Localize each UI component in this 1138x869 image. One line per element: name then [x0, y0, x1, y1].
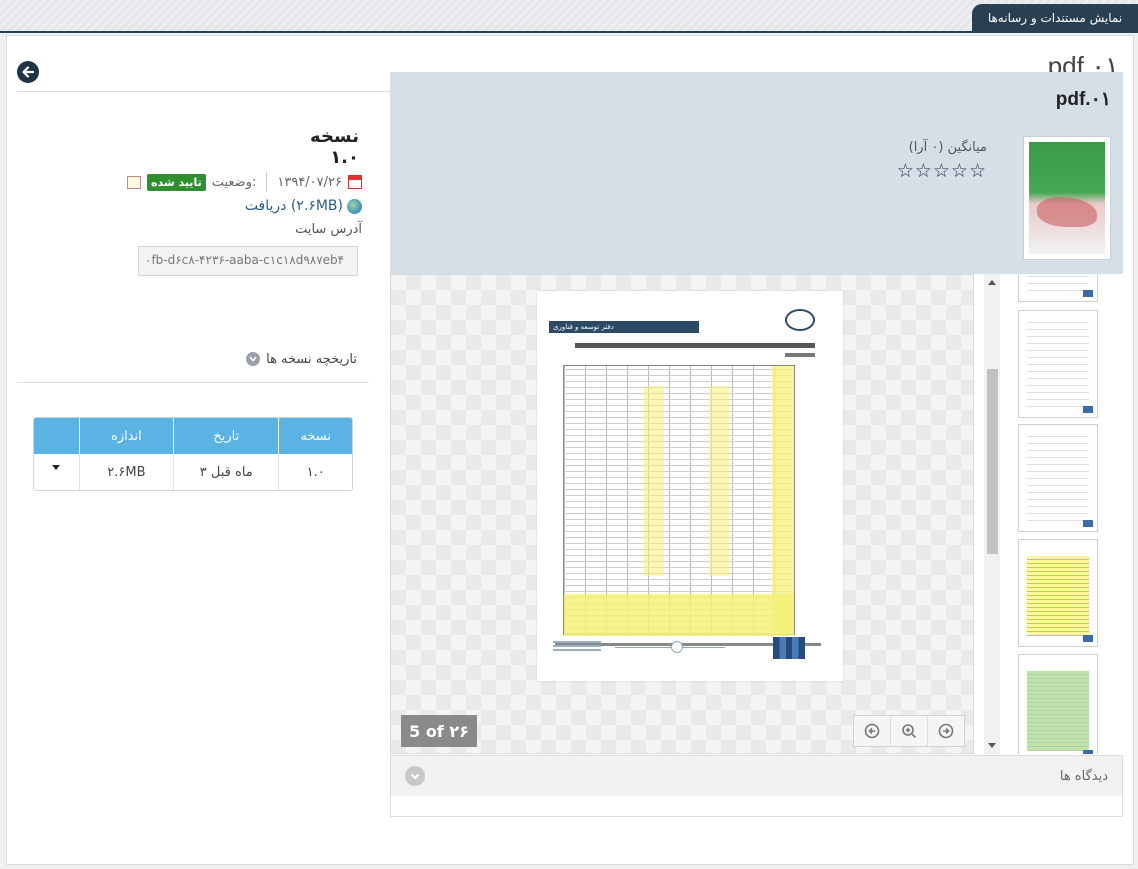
history-divider [17, 382, 369, 383]
site-address-label: آدرس سایت [295, 222, 362, 237]
col-size[interactable]: اندازه [78, 418, 173, 454]
note-icon[interactable] [126, 175, 141, 189]
scroll-up-arrow[interactable] [988, 280, 996, 285]
page-thumbnail[interactable] [1018, 539, 1098, 647]
page-table [563, 365, 795, 636]
page-thumbnail[interactable] [1018, 424, 1098, 532]
version-meta: ۱۳۹۴/۰۷/۲۶ وضعیت: تایید شده [117, 171, 362, 193]
chevron-down-icon[interactable] [405, 766, 425, 786]
comments-section: دیدگاه ها [390, 755, 1123, 817]
zoom-in-icon [902, 724, 917, 739]
caret-down-icon[interactable] [52, 464, 61, 470]
back-button[interactable] [17, 61, 39, 83]
section-tab-label: نمایش مستندات و رسانه‌ها [987, 10, 1123, 25]
viewer-controls [853, 715, 965, 747]
page-header-text: دفتر توسعه و فناوری [553, 323, 614, 331]
scroll-down-arrow[interactable] [988, 743, 996, 748]
prev-page-button[interactable] [854, 716, 890, 746]
page-thumbnail[interactable] [1018, 654, 1098, 754]
arrow-left-icon [22, 66, 35, 78]
page-logo [785, 309, 815, 331]
cell-actions [34, 454, 79, 490]
col-version[interactable]: نسخه [278, 418, 352, 454]
table-header: نسخه تاریخ اندازه [34, 418, 352, 454]
cover-image [1029, 142, 1105, 254]
col-actions [34, 418, 79, 454]
download-label: دریافت (۲.۶MB) [244, 198, 343, 214]
version-history-toggle[interactable]: تاریخچه نسخه ها [17, 349, 367, 369]
page-thumbnail[interactable] [1018, 310, 1098, 418]
zoom-in-button[interactable] [890, 716, 927, 746]
page-counter: 5 of ۲۶ [401, 715, 477, 747]
document-summary: pdf.۰۱ میانگین (۰ آرا) ☆☆☆☆☆ [390, 72, 1123, 274]
status-label: وضعیت: [211, 174, 257, 190]
chevron-down-icon [246, 352, 261, 366]
section-tab[interactable]: نمایش مستندات و رسانه‌ها [972, 4, 1138, 31]
col-date[interactable]: تاریخ [173, 418, 278, 454]
document-cover[interactable] [1023, 136, 1111, 260]
cell-version: ۱.۰ [278, 454, 352, 490]
next-page-button[interactable] [927, 716, 964, 746]
comments-label: دیدگاه ها [1059, 768, 1108, 784]
site-address-field[interactable]: ۰fb-d۶c۸-۴۲۳۶-aaba-c۱c۱۸d۹۸۷eb۴ [138, 246, 358, 276]
rating-average: میانگین (۰ آرا) [908, 140, 987, 155]
document-page: دفتر توسعه و فناوری [537, 291, 843, 681]
thumbnail-strip [1010, 274, 1123, 754]
cell-size: ۲.۶MB [78, 454, 173, 490]
top-band: نمایش مستندات و رسانه‌ها [0, 0, 1138, 33]
version-title: نسخه ۱.۰ [310, 126, 359, 168]
table-row[interactable]: ۱.۰ ۳ ماه قبل ۲.۶MB [34, 454, 352, 490]
page-canvas[interactable]: دفتر توسعه و فناوری 5 of ۲۶ [390, 274, 974, 754]
page-footer-dot [671, 641, 683, 653]
calendar-icon [348, 175, 362, 189]
arrow-left-icon [864, 723, 880, 739]
page-footer-logo [773, 637, 805, 659]
document-title: pdf.۰۱ [1055, 89, 1111, 110]
version-history-label: تاریخچه نسخه ها [266, 351, 357, 367]
viewer-scrollbar[interactable] [984, 274, 1000, 754]
download-link[interactable]: دریافت (۲.۶MB) [167, 198, 362, 214]
page-footer-line [615, 647, 725, 648]
page-heading [575, 343, 815, 348]
cell-date: ۳ ماه قبل [173, 454, 278, 490]
scroll-thumb[interactable] [987, 369, 998, 554]
status-badge: تایید شده [146, 173, 206, 191]
document-viewer: دفتر توسعه و فناوری 5 of ۲۶ [390, 274, 1123, 754]
version-table: نسخه تاریخ اندازه ۱.۰ ۳ ماه قبل ۲.۶MB [33, 417, 353, 491]
page-thumbnail[interactable] [1018, 274, 1098, 302]
arrow-right-icon [938, 723, 954, 739]
comments-toggle[interactable]: دیدگاه ها [391, 756, 1122, 796]
page-footer-text [553, 641, 601, 651]
rating-stars[interactable]: ☆☆☆☆☆ [897, 160, 987, 182]
version-date: ۱۳۹۴/۰۷/۲۶ [277, 174, 342, 190]
meta-separator [266, 172, 268, 192]
globe-icon [347, 198, 362, 214]
page-subheading [785, 353, 815, 357]
